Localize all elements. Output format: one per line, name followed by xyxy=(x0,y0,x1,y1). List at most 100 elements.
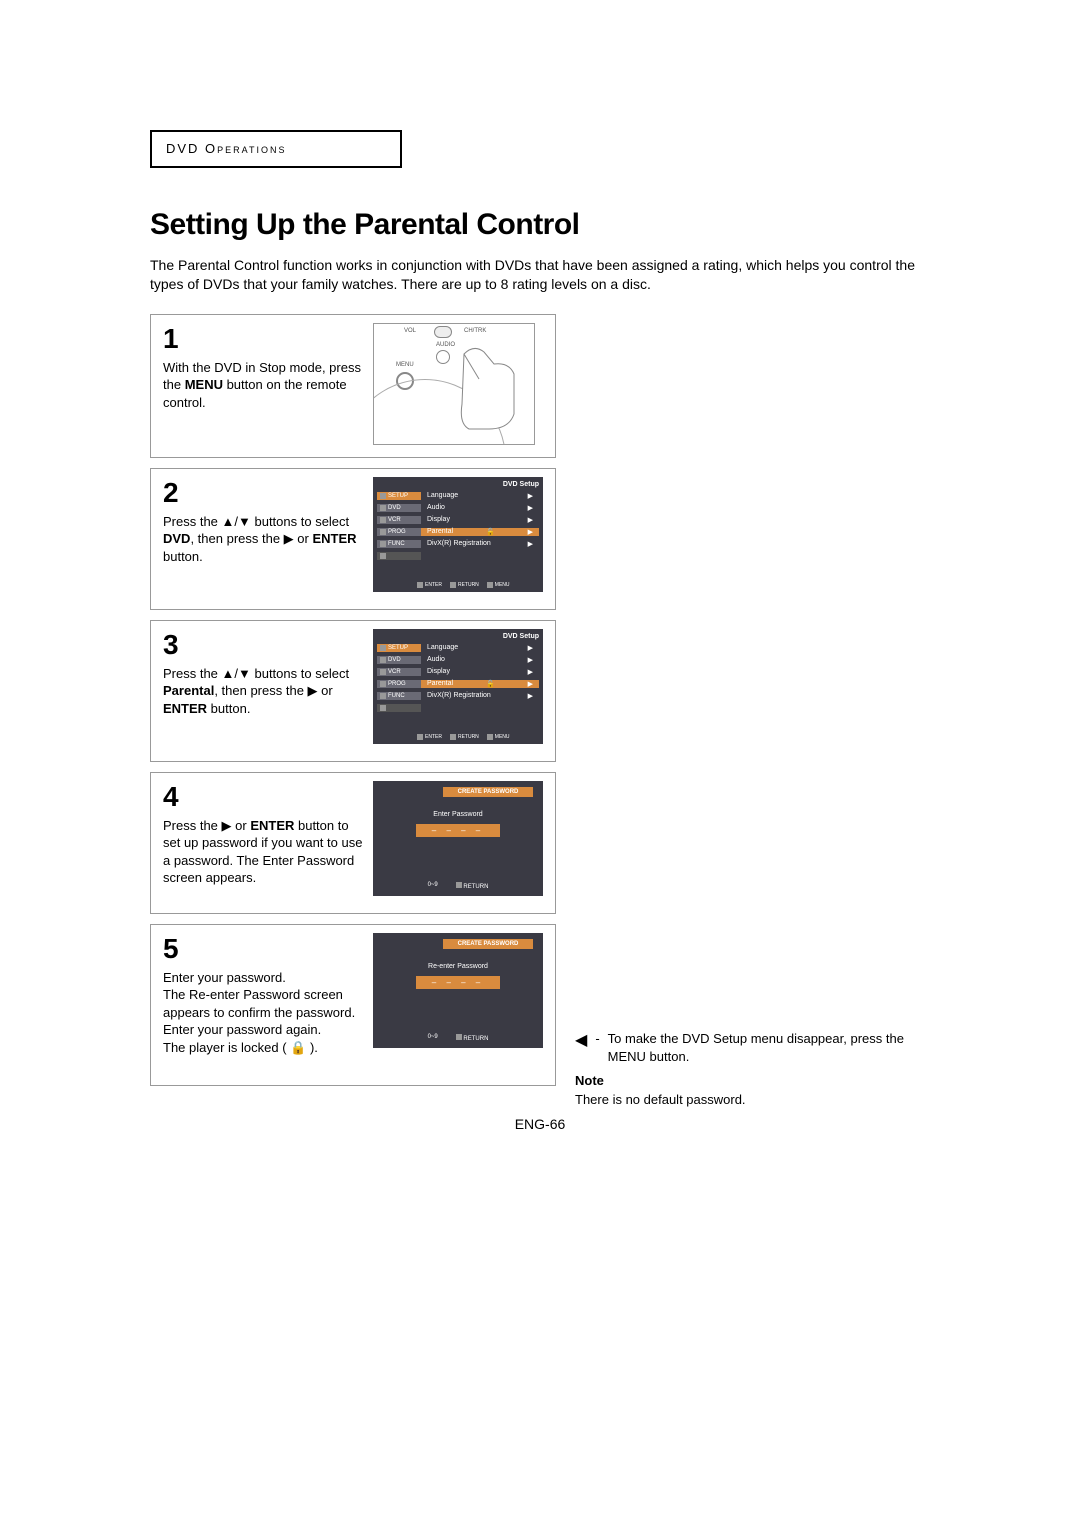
intro-paragraph: The Parental Control function works in c… xyxy=(150,256,930,294)
menu-item-display: Display▶ xyxy=(421,668,539,676)
label: Audio xyxy=(427,656,445,663)
step-3-graphic: DVD Setup SETUPLanguage▶ DVDAudio▶ VCRDi… xyxy=(373,629,543,744)
text: , then press the ▶ or xyxy=(190,531,312,546)
footer-enter: ENTER xyxy=(417,582,442,588)
chtrk-label: CH/TRK xyxy=(464,328,486,334)
label: PROG xyxy=(388,529,406,535)
menu-item-parental: Parental🔓▶ xyxy=(421,680,539,688)
menu-item-parental: Parental🔓▶ xyxy=(421,528,539,536)
text: The player is locked ( 🔒 ). xyxy=(163,1040,318,1055)
menu-left-setup: SETUP xyxy=(377,644,421,652)
label: FUNC xyxy=(388,693,405,699)
chevron-right-icon: ▶ xyxy=(528,668,539,676)
page-title: Setting Up the Parental Control xyxy=(150,208,930,242)
footer-return: RETURN xyxy=(450,582,479,588)
label: RETURN xyxy=(463,1036,488,1042)
footer-return: RETURN xyxy=(456,1034,489,1042)
footer-enter: ENTER xyxy=(417,734,442,740)
bold: ENTER xyxy=(250,818,294,833)
enter-password-label: Enter Password xyxy=(433,811,482,818)
disc-icon xyxy=(380,505,386,511)
step-number: 1 xyxy=(163,323,183,355)
label: Parental xyxy=(427,528,453,535)
return-icon xyxy=(456,1034,462,1040)
chevron-right-icon: ▶ xyxy=(528,656,539,664)
chevron-right-icon: ▶ xyxy=(528,504,539,512)
chevron-right-icon: ▶ xyxy=(528,540,539,548)
menu-icon xyxy=(487,734,493,740)
screen-footer: 0~9 RETURN xyxy=(428,1034,489,1042)
step-5-text: Enter your password. The Re-enter Passwo… xyxy=(163,965,363,1057)
return-icon xyxy=(456,882,462,888)
chevron-right-icon: ▶ xyxy=(528,644,539,652)
label: DivX(R) Registration xyxy=(427,692,491,699)
step-2-box: 2 Press the ▲/▼ buttons to select DVD, t… xyxy=(150,468,556,610)
footer-digits: 0~9 xyxy=(428,1034,438,1042)
text: Press the ▲/▼ buttons to select xyxy=(163,666,349,681)
note-text: There is no default password. xyxy=(575,1091,925,1109)
step-number: 2 xyxy=(163,477,183,509)
bold: Parental xyxy=(163,683,214,698)
label: Display xyxy=(427,516,450,523)
bullet-dash: - xyxy=(595,1030,599,1066)
audio-label: AUDIO xyxy=(436,342,455,348)
footer-menu: MENU xyxy=(487,582,510,588)
section-header-box: DVD Operations xyxy=(150,130,402,168)
bold: MENU xyxy=(185,377,223,392)
menu-item-display: Display ▶ xyxy=(421,516,539,524)
step-number: 5 xyxy=(163,933,183,965)
step-1-text: With the DVD in Stop mode, press the MEN… xyxy=(163,355,363,412)
menu-icon xyxy=(487,582,493,588)
text: Press the ▶ or xyxy=(163,818,250,833)
enter-icon xyxy=(417,582,423,588)
label: SETUP xyxy=(388,493,408,499)
menu-item-divx: DivX(R) Registration▶ xyxy=(421,692,539,700)
label: DVD xyxy=(388,505,401,511)
step-number: 3 xyxy=(163,629,183,661)
step-3-text: Press the ▲/▼ buttons to select Parental… xyxy=(163,661,363,718)
text: , then press the ▶ or xyxy=(214,683,332,698)
lock-open-icon: 🔓 xyxy=(486,528,495,536)
step-4-text: Press the ▶ or ENTER button to set up pa… xyxy=(163,813,363,887)
bold: ENTER xyxy=(312,531,356,546)
footer-digits: 0~9 xyxy=(428,882,438,890)
menu-left-blank xyxy=(377,704,421,712)
page-number: ENG-66 xyxy=(150,1116,930,1132)
label: VCR xyxy=(388,669,401,675)
text: button. xyxy=(163,549,203,564)
label: DivX(R) Registration xyxy=(427,540,491,547)
menu-left-func: FUNC xyxy=(377,692,421,700)
enter-icon xyxy=(417,734,423,740)
clock-icon xyxy=(380,681,386,687)
footer-return: RETURN xyxy=(456,882,489,890)
audio-button-icon xyxy=(436,350,450,364)
tape-icon xyxy=(380,669,386,675)
label: Audio xyxy=(427,504,445,511)
bold: ENTER xyxy=(163,701,207,716)
menu-item-language: Language▶ xyxy=(421,492,539,500)
password-field: – – – – xyxy=(416,976,500,989)
text: button. xyxy=(207,701,250,716)
dvd-setup-menu: DVD Setup SETUPLanguage▶ DVDAudio▶ VCRDi… xyxy=(373,629,543,744)
step-1-box: 1 With the DVD in Stop mode, press the M… xyxy=(150,314,556,458)
step-number: 4 xyxy=(163,781,183,813)
reenter-password-label: Re-enter Password xyxy=(428,963,488,970)
menu-footer: ENTER RETURN MENU xyxy=(417,734,537,740)
label: VCR xyxy=(388,517,401,523)
bold: DVD xyxy=(163,531,190,546)
remote-illustration: VOL CH/TRK AUDIO MENU xyxy=(373,323,535,445)
step-5-graphic: CREATE PASSWORD Re-enter Password – – – … xyxy=(373,933,543,1048)
menu-item-divx: DivX(R) Registration ▶ xyxy=(421,540,539,548)
label: ENTER xyxy=(425,582,442,588)
menu-title: DVD Setup xyxy=(377,633,539,640)
menu-item-audio: Audio ▶ xyxy=(421,656,539,664)
screen-title: CREATE PASSWORD xyxy=(443,787,533,797)
menu-left-vcr: VCR xyxy=(377,516,421,524)
text: Press the ▲/▼ buttons to select xyxy=(163,514,349,529)
chevron-right-icon: ▶ xyxy=(528,516,539,524)
label: RETURN xyxy=(458,734,479,740)
step-2-text: Press the ▲/▼ buttons to select DVD, the… xyxy=(163,509,363,566)
create-password-screen: CREATE PASSWORD Enter Password – – – – 0… xyxy=(373,781,543,896)
label: DVD xyxy=(388,657,401,663)
gear-icon xyxy=(380,493,386,499)
